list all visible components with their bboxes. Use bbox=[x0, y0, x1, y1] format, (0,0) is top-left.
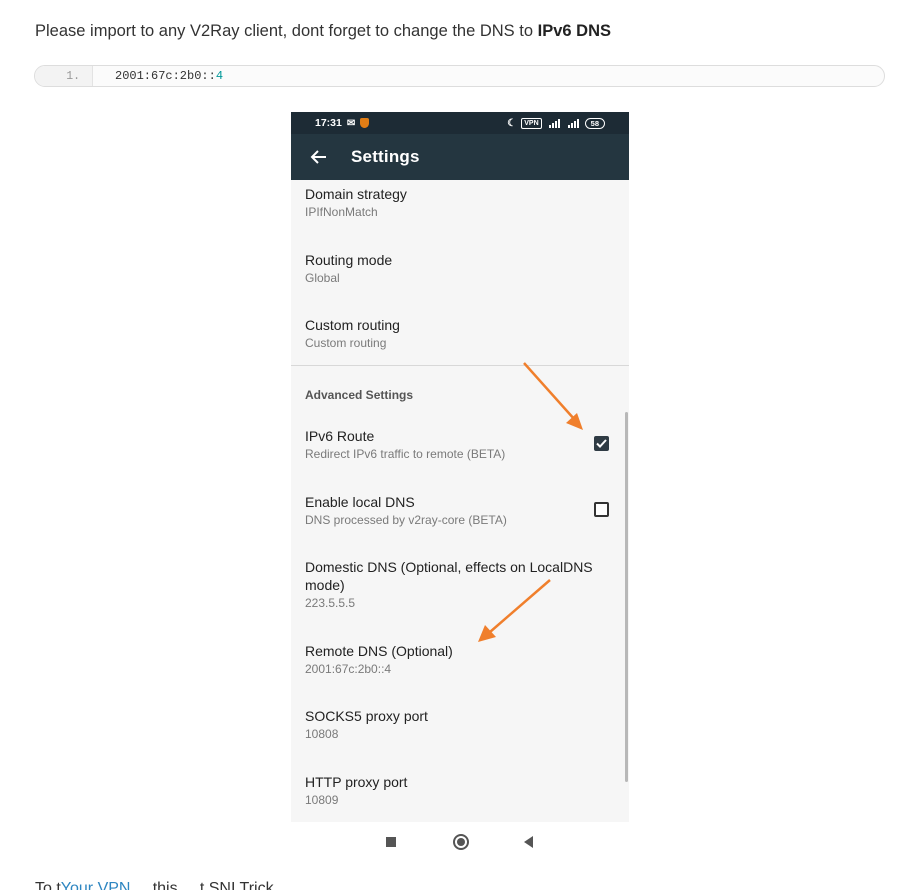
code-line[interactable]: 2001:67c:2b0::4 bbox=[93, 69, 223, 83]
code-block[interactable]: 1. 2001:67c:2b0::4 bbox=[34, 65, 885, 87]
code-address-suffix: 4 bbox=[215, 69, 224, 83]
pref-domestic-dns[interactable]: Domestic DNS (Optional, effects on Local… bbox=[305, 558, 615, 611]
pref-subtitle: 223.5.5.5 bbox=[305, 596, 356, 610]
page-title: Settings bbox=[351, 147, 420, 166]
status-bar: 17:31 ✉ ☾ VPN 58 bbox=[291, 112, 629, 134]
tail-after: ... this ... t SNI Trick bbox=[130, 880, 274, 890]
trailing-text: To tYour VPN ... this ... t SNI Trick bbox=[35, 880, 274, 890]
pref-title: Custom routing bbox=[305, 317, 400, 333]
shield-icon bbox=[360, 118, 370, 128]
signal-icon bbox=[547, 118, 561, 128]
pref-enable-local-dns[interactable]: Enable local DNS DNS processed by v2ray-… bbox=[305, 493, 615, 528]
pref-custom-routing[interactable]: Custom routing Custom routing bbox=[305, 316, 615, 351]
signal-icon-2 bbox=[566, 118, 580, 128]
ipv6-route-checkbox[interactable] bbox=[594, 436, 609, 451]
android-nav-bar bbox=[291, 828, 629, 858]
scrollbar[interactable] bbox=[625, 412, 628, 782]
pref-remote-dns[interactable]: Remote DNS (Optional) 2001:67c:2b0::4 bbox=[305, 642, 615, 677]
intro-bold-ipv6-dns: IPv6 DNS bbox=[537, 22, 611, 40]
local-dns-checkbox[interactable] bbox=[594, 502, 609, 517]
vpn-icon: VPN bbox=[521, 117, 542, 129]
pref-title: HTTP proxy port bbox=[305, 774, 408, 790]
pref-subtitle: Global bbox=[305, 271, 340, 285]
pref-subtitle: 2001:67c:2b0::4 bbox=[305, 662, 392, 676]
back-arrow-icon[interactable] bbox=[305, 144, 331, 170]
pref-title: IPv6 Route bbox=[305, 428, 375, 444]
pref-title: SOCKS5 proxy port bbox=[305, 708, 428, 724]
your-vpn-link[interactable]: Your VPN bbox=[61, 880, 131, 890]
pref-http-port[interactable]: HTTP proxy port 10809 bbox=[305, 773, 615, 808]
pref-subtitle: DNS processed by v2ray-core (BETA) bbox=[305, 513, 507, 527]
tail-before: To t bbox=[35, 880, 61, 890]
pref-subtitle: Custom routing bbox=[305, 336, 387, 350]
pref-subtitle: 10809 bbox=[305, 793, 339, 807]
pref-ipv6-route[interactable]: IPv6 Route Redirect IPv6 traffic to remo… bbox=[305, 427, 615, 462]
divider bbox=[291, 365, 629, 366]
battery-icon: 58 bbox=[584, 117, 605, 129]
pref-subtitle: 10808 bbox=[305, 727, 339, 741]
recents-icon[interactable] bbox=[386, 837, 396, 847]
pref-title: Remote DNS (Optional) bbox=[305, 643, 453, 659]
pref-domain-strategy[interactable]: Domain strategy IPIfNonMatch bbox=[305, 185, 615, 220]
phone-screenshot: 17:31 ✉ ☾ VPN 58 Settings Domain strateg… bbox=[291, 112, 629, 822]
back-triangle-icon[interactable] bbox=[524, 836, 533, 848]
moon-icon: ☾ bbox=[507, 117, 517, 129]
pref-title: Domestic DNS (Optional, effects on Local… bbox=[305, 559, 593, 593]
code-address-prefix: 2001:67c:2b0:: bbox=[115, 69, 216, 83]
pref-socks5-port[interactable]: SOCKS5 proxy port 10808 bbox=[305, 707, 615, 742]
pref-subtitle: IPIfNonMatch bbox=[305, 205, 378, 219]
pref-subtitle: Redirect IPv6 traffic to remote (BETA) bbox=[305, 447, 506, 461]
pref-routing-mode[interactable]: Routing mode Global bbox=[305, 251, 615, 286]
intro-text: Please import to any V2Ray client, dont … bbox=[35, 22, 611, 41]
check-icon bbox=[596, 439, 607, 448]
category-advanced-settings: Advanced Settings bbox=[305, 388, 414, 402]
mail-icon: ✉ bbox=[346, 117, 356, 129]
intro-line: Please import to any V2Ray client, dont … bbox=[35, 22, 538, 40]
app-bar: Settings bbox=[291, 134, 629, 180]
pref-title: Enable local DNS bbox=[305, 494, 415, 510]
pref-title: Routing mode bbox=[305, 252, 393, 268]
status-time: 17:31 bbox=[315, 117, 342, 129]
code-line-number: 1. bbox=[35, 66, 93, 86]
home-icon[interactable] bbox=[453, 834, 469, 850]
pref-title: Domain strategy bbox=[305, 186, 407, 202]
